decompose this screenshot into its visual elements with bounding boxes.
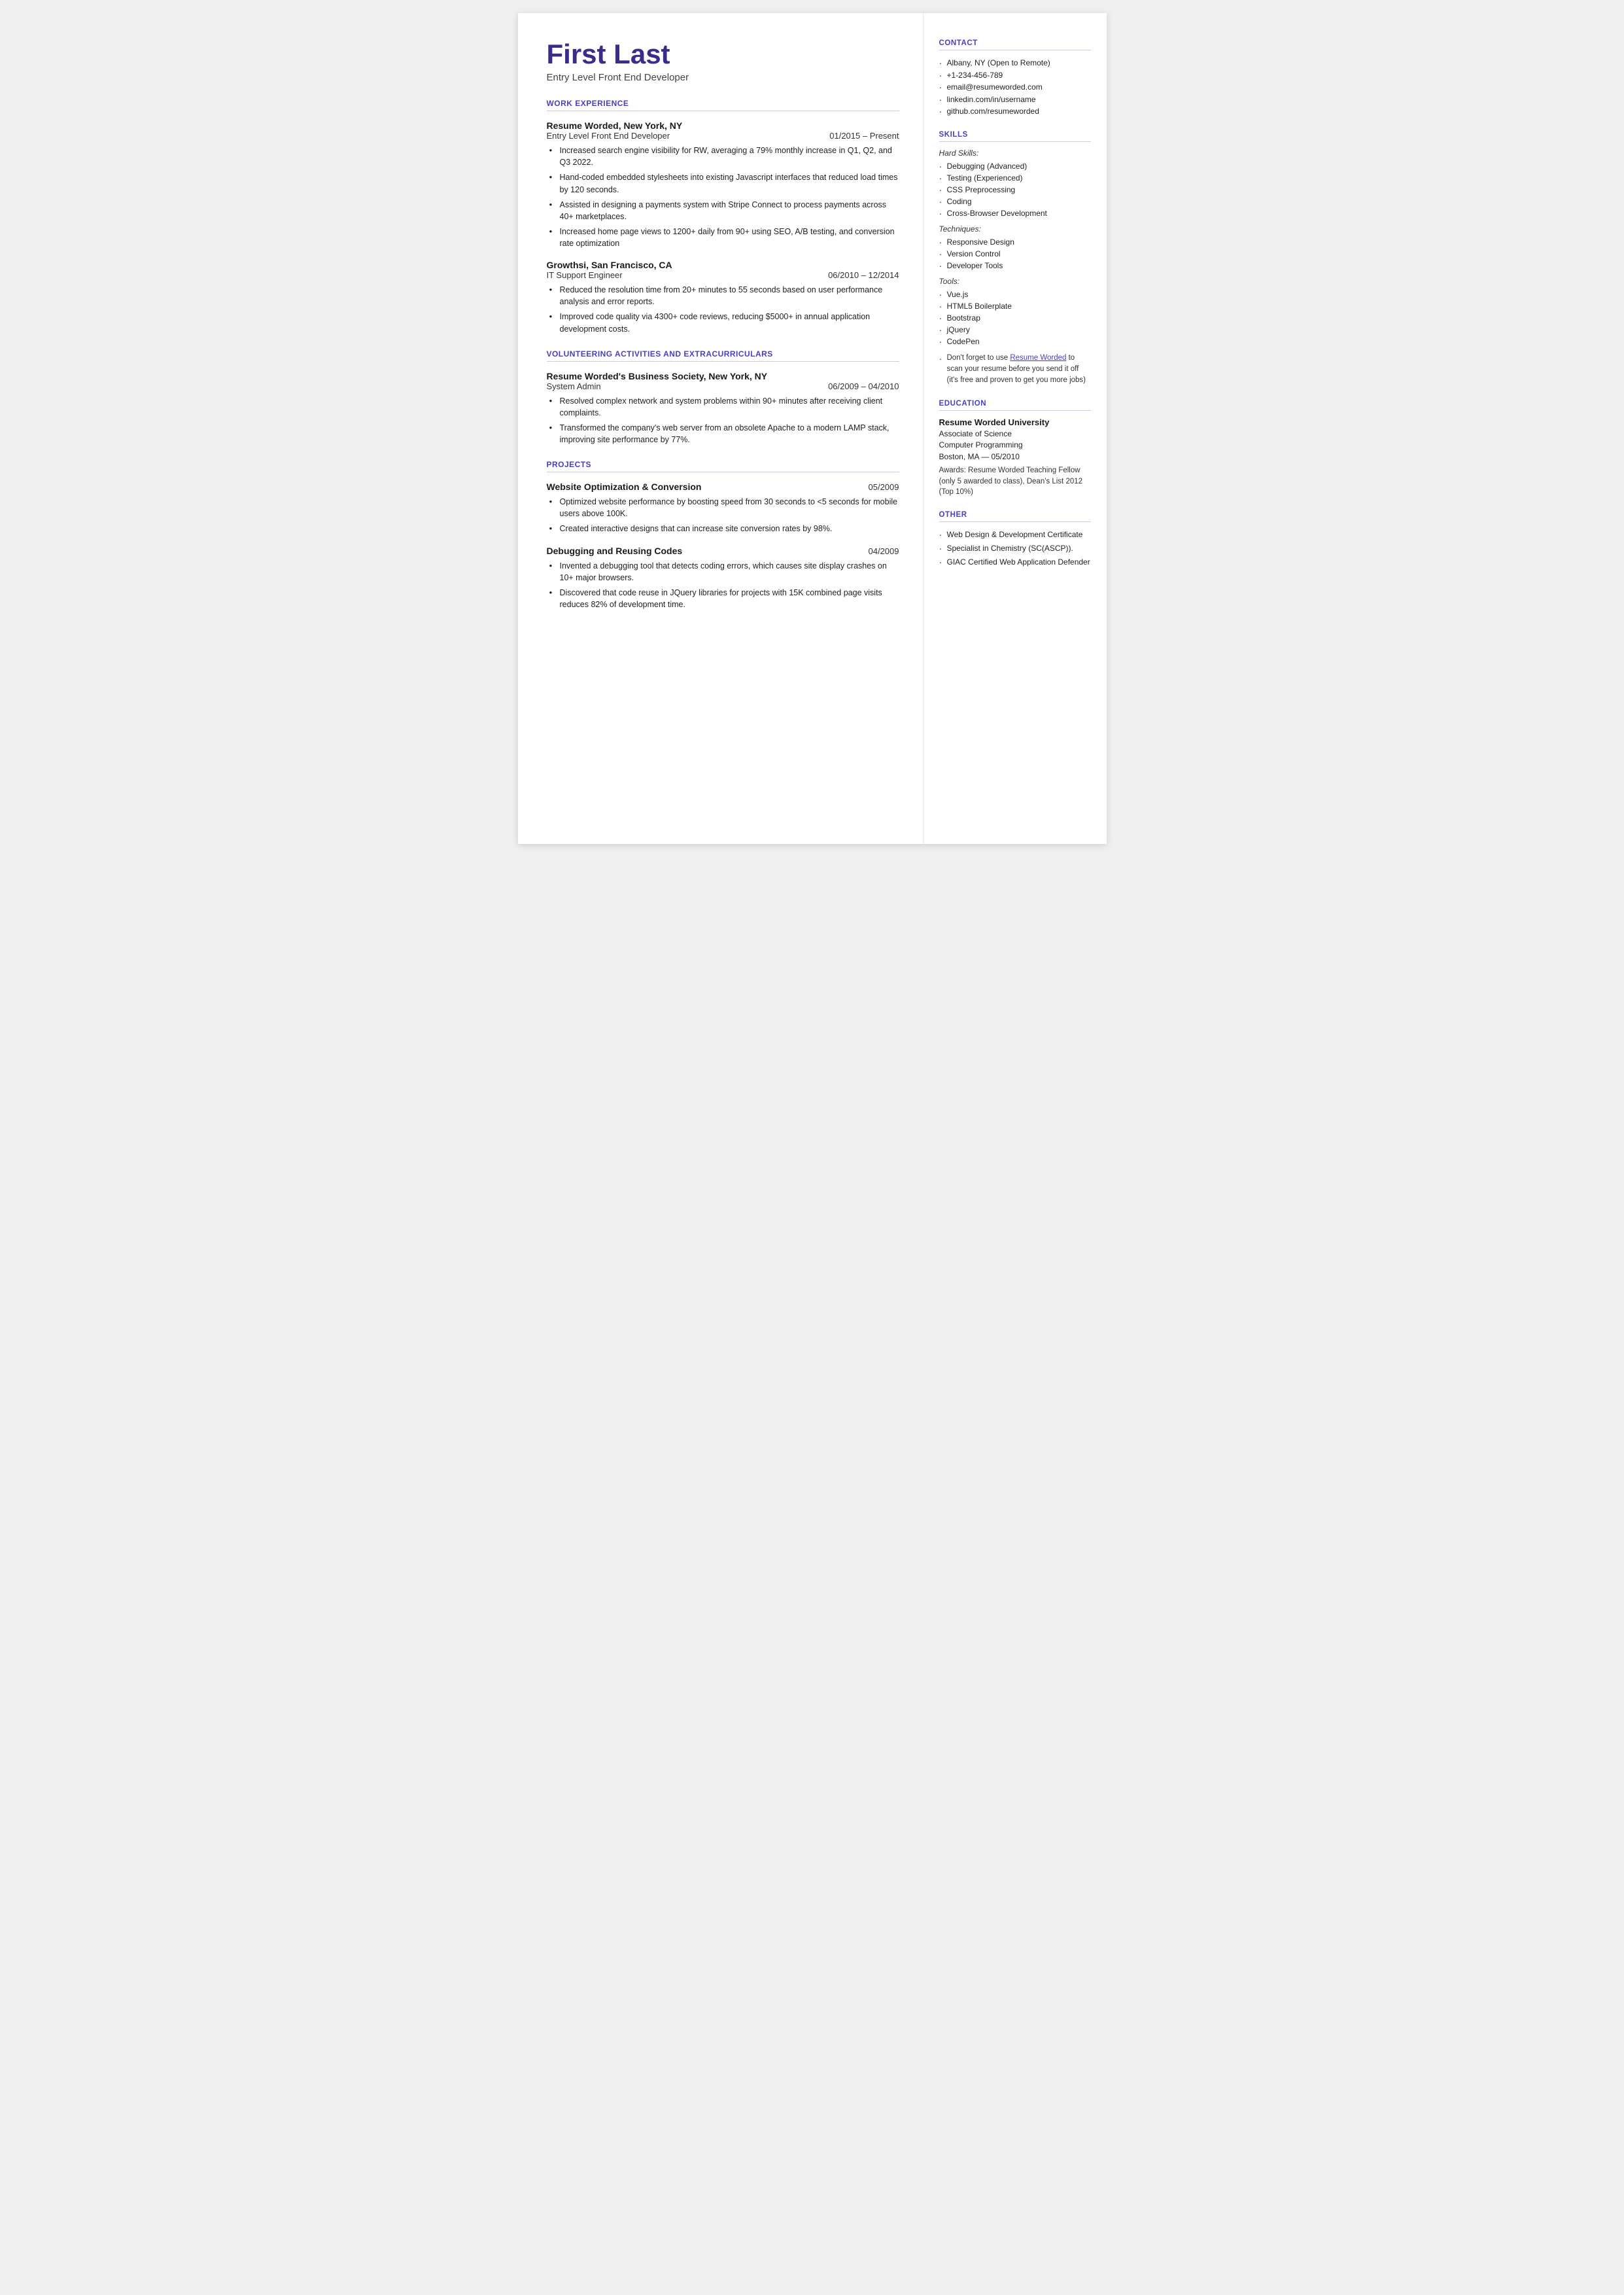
project-block-1: Website Optimization & Conversion 05/200…	[547, 482, 899, 534]
list-item: Improved code quality via 4300+ code rev…	[549, 311, 899, 334]
job-1-title-row: Entry Level Front End Developer 01/2015 …	[547, 131, 899, 141]
job-2-bullets: Reduced the resolution time from 20+ min…	[549, 284, 899, 335]
job-1-header-row: Resume Worded, New York, NY	[547, 120, 899, 131]
edu-awards: Awards: Resume Worded Teaching Fellow (o…	[939, 465, 1091, 498]
tools-list: Vue.js HTML5 Boilerplate Bootstrap jQuer…	[939, 289, 1091, 347]
project-2-title-row: Debugging and Reusing Codes 04/2009	[547, 546, 899, 556]
list-item: Optimized website performance by boostin…	[549, 496, 899, 519]
list-item: HTML5 Boilerplate	[939, 300, 1091, 312]
list-item: CSS Preprocessing	[939, 184, 1091, 196]
right-column: CONTACT Albany, NY (Open to Remote) +1-2…	[924, 13, 1107, 844]
other-list: Web Design & Development Certificate Spe…	[939, 529, 1091, 568]
list-item: GIAC Certified Web Application Defender	[939, 556, 1091, 568]
candidate-title: Entry Level Front End Developer	[547, 72, 899, 83]
volunteer-1-title: System Admin	[547, 381, 601, 391]
list-item: email@resumeworded.com	[939, 81, 1091, 94]
projects-header: PROJECTS	[547, 460, 899, 472]
list-item: Specialist in Chemistry (SC(ASCP)).	[939, 542, 1091, 554]
hard-skills-label: Hard Skills:	[939, 149, 1091, 158]
list-item: Version Control	[939, 248, 1091, 260]
list-item: Assisted in designing a payments system …	[549, 199, 899, 222]
list-item: Testing (Experienced)	[939, 172, 1091, 184]
job-block-1: Resume Worded, New York, NY Entry Level …	[547, 120, 899, 249]
list-item: Vue.js	[939, 289, 1091, 300]
list-item: Increased search engine visibility for R…	[549, 145, 899, 168]
project-block-2: Debugging and Reusing Codes 04/2009 Inve…	[547, 546, 899, 611]
edu-location-date: Boston, MA — 05/2010	[939, 451, 1091, 463]
list-item: Transformed the company's web server fro…	[549, 422, 899, 446]
skills-header: SKILLS	[939, 131, 1091, 142]
job-1-company: Resume Worded, New York, NY	[547, 120, 683, 131]
list-item: Hand-coded embedded stylesheets into exi…	[549, 171, 899, 195]
edu-major: Computer Programming	[939, 440, 1091, 451]
list-item: Cross-Browser Development	[939, 207, 1091, 219]
list-item: Responsive Design	[939, 236, 1091, 248]
list-item: +1-234-456-789	[939, 69, 1091, 82]
volunteer-1-header-row: Resume Worded's Business Society, New Yo…	[547, 371, 899, 381]
list-item: linkedin.com/in/username	[939, 94, 1091, 106]
education-header: EDUCATION	[939, 400, 1091, 411]
job-2-header-row: Growthsi, San Francisco, CA	[547, 260, 899, 270]
list-item: Coding	[939, 196, 1091, 207]
job-2-date: 06/2010 – 12/2014	[828, 270, 899, 280]
name-block: First Last Entry Level Front End Develop…	[547, 39, 899, 83]
techniques-list: Responsive Design Version Control Develo…	[939, 236, 1091, 272]
skills-note-text: Don't forget to use	[947, 354, 1011, 362]
candidate-name: First Last	[547, 39, 899, 69]
edu-degree: Associate of Science	[939, 429, 1091, 440]
job-2-title: IT Support Engineer	[547, 270, 623, 280]
list-item: Increased home page views to 1200+ daily…	[549, 226, 899, 249]
job-2-company: Growthsi, San Francisco, CA	[547, 260, 672, 270]
list-item: Reduced the resolution time from 20+ min…	[549, 284, 899, 307]
list-item: Albany, NY (Open to Remote)	[939, 57, 1091, 69]
list-item: Resolved complex network and system prob…	[549, 395, 899, 419]
other-header: OTHER	[939, 511, 1091, 522]
job-block-2: Growthsi, San Francisco, CA IT Support E…	[547, 260, 899, 335]
job-1-bullets: Increased search engine visibility for R…	[549, 145, 899, 249]
list-item: Web Design & Development Certificate	[939, 529, 1091, 540]
techniques-label: Techniques:	[939, 224, 1091, 234]
volunteer-1-bullets: Resolved complex network and system prob…	[549, 395, 899, 446]
resume-worded-link[interactable]: Resume Worded	[1010, 354, 1066, 362]
skills-note: Don't forget to use Resume Worded to sca…	[939, 353, 1091, 387]
left-column: First Last Entry Level Front End Develop…	[518, 13, 924, 844]
list-item: Debugging (Advanced)	[939, 160, 1091, 172]
resume-page: First Last Entry Level Front End Develop…	[518, 13, 1107, 844]
project-2-bullets: Invented a debugging tool that detects c…	[549, 560, 899, 611]
education-block: Resume Worded University Associate of Sc…	[939, 417, 1091, 498]
contact-header: CONTACT	[939, 39, 1091, 50]
project-1-bullets: Optimized website performance by boostin…	[549, 496, 899, 534]
project-2-date: 04/2009	[869, 546, 899, 556]
volunteer-1-company: Resume Worded's Business Society, New Yo…	[547, 371, 768, 381]
list-item: Developer Tools	[939, 260, 1091, 272]
list-item: Discovered that code reuse in JQuery lib…	[549, 587, 899, 610]
contact-list: Albany, NY (Open to Remote) +1-234-456-7…	[939, 57, 1091, 118]
edu-school: Resume Worded University	[939, 417, 1091, 427]
hard-skills-list: Debugging (Advanced) Testing (Experience…	[939, 160, 1091, 219]
volunteer-block-1: Resume Worded's Business Society, New Yo…	[547, 371, 899, 446]
work-experience-header: WORK EXPERIENCE	[547, 99, 899, 111]
project-1-title: Website Optimization & Conversion	[547, 482, 702, 492]
list-item: Bootstrap	[939, 312, 1091, 324]
volunteering-header: VOLUNTEERING ACTIVITIES AND EXTRACURRICU…	[547, 349, 899, 362]
job-1-title: Entry Level Front End Developer	[547, 131, 670, 141]
project-1-title-row: Website Optimization & Conversion 05/200…	[547, 482, 899, 492]
project-2-title: Debugging and Reusing Codes	[547, 546, 683, 556]
list-item: jQuery	[939, 324, 1091, 336]
project-1-date: 05/2009	[869, 482, 899, 492]
volunteer-1-title-row: System Admin 06/2009 – 04/2010	[547, 381, 899, 391]
list-item: Invented a debugging tool that detects c…	[549, 560, 899, 584]
volunteer-1-date: 06/2009 – 04/2010	[828, 381, 899, 391]
tools-label: Tools:	[939, 277, 1091, 286]
list-item: CodePen	[939, 336, 1091, 347]
list-item: github.com/resumeworded	[939, 105, 1091, 118]
job-2-title-row: IT Support Engineer 06/2010 – 12/2014	[547, 270, 899, 280]
list-item: Created interactive designs that can inc…	[549, 523, 899, 534]
job-1-date: 01/2015 – Present	[829, 131, 899, 141]
